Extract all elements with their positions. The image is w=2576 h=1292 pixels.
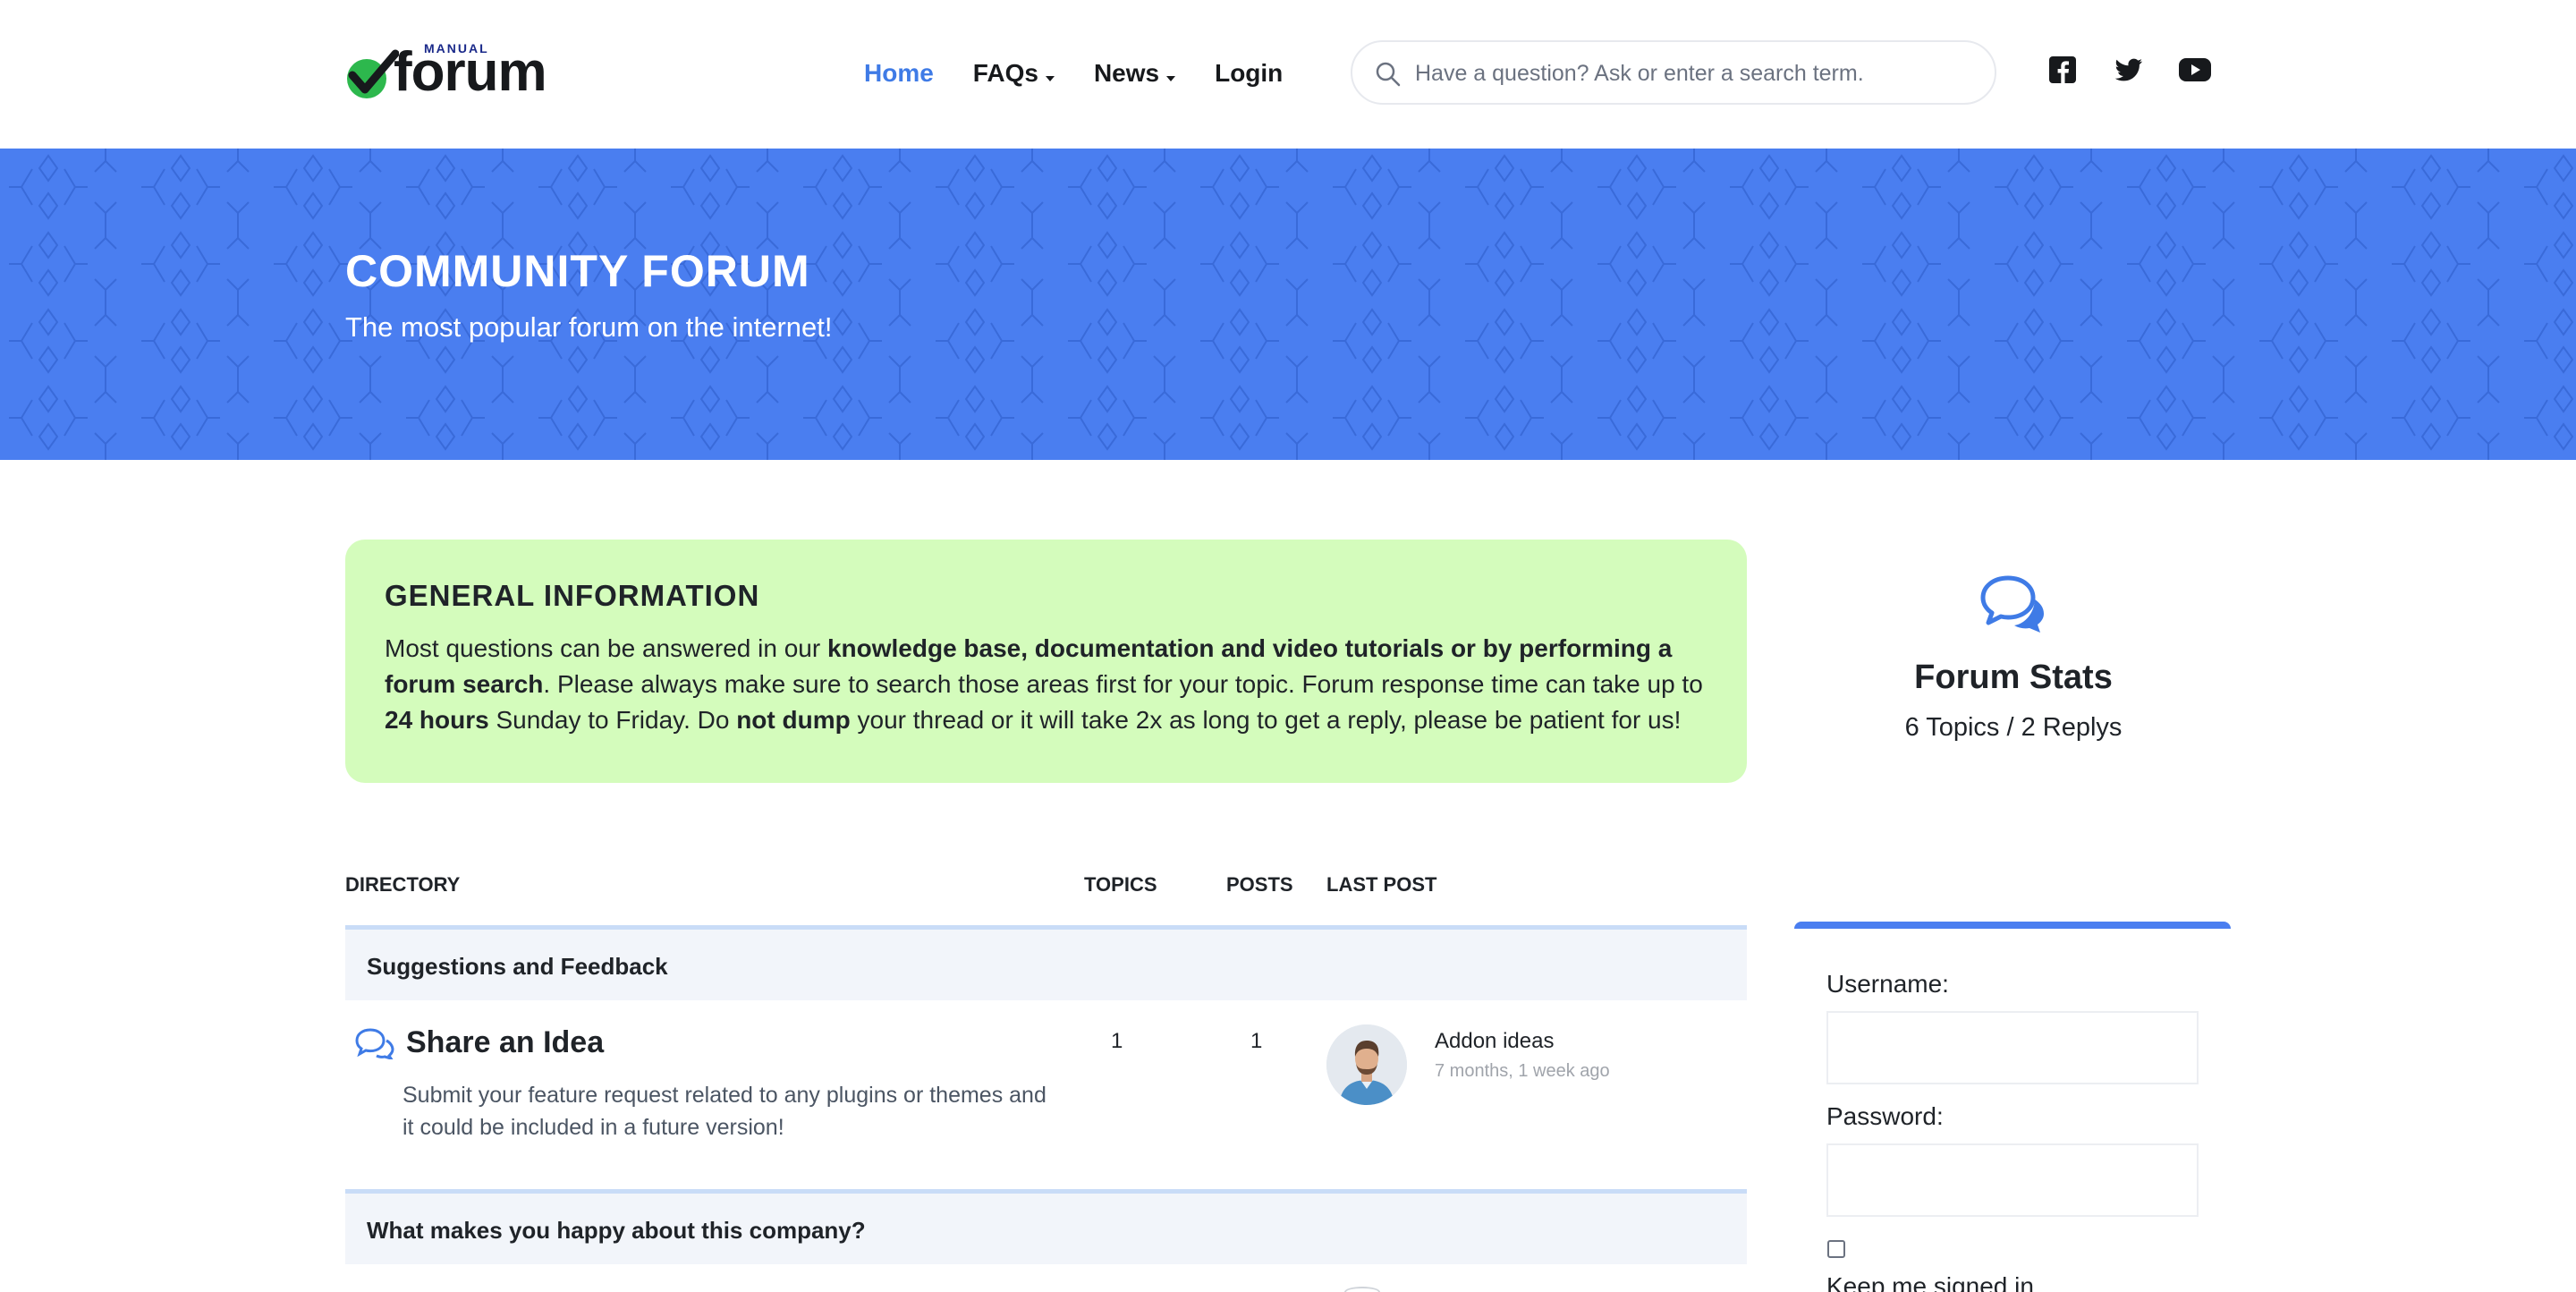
chevron-down-icon [1045,76,1055,81]
nav-login[interactable]: Login [1215,59,1283,88]
info-text-part: Most questions can be answered in our [385,634,827,662]
column-header-last-post: LAST POST [1326,873,1437,896]
nav-login-label: Login [1215,59,1284,87]
chevron-down-icon [1166,76,1176,81]
info-text-part: . Please always make sure to search thos… [543,670,1703,698]
forum-description: Submit your feature request related to a… [402,1083,1046,1140]
last-post-link[interactable]: Addon ideas [1435,1029,1554,1054]
last-post-time: 7 months, 1 week ago [1435,1061,1610,1081]
main-nav: Home FAQs News Login [864,55,1322,91]
info-text-bold: not dump [736,706,851,734]
category-row: Suggestions and Feedback [345,925,1747,1000]
youtube-icon[interactable] [2177,54,2213,86]
hero-subtitle: The most popular forum on the internet! [345,311,833,343]
nav-faqs-label: FAQs [972,59,1038,87]
info-text-bold: 24 hours [385,706,489,734]
forum-title-link[interactable]: Share an Idea [406,1025,604,1060]
general-info-panel: GENERAL INFORMATION Most questions can b… [345,540,1747,783]
login-panel: Username: Password: Keep me signed in [1794,922,2231,1292]
remember-me-checkbox[interactable] [1827,1240,1845,1258]
stats-title: Forum Stats [1914,659,2113,696]
nav-faqs[interactable]: FAQs [973,59,1055,88]
column-header-directory: DIRECTORY [345,873,461,896]
checkmark-icon [347,49,399,98]
twitter-icon[interactable] [2113,54,2145,86]
chat-bubbles-icon [355,1028,394,1059]
avatar[interactable] [1326,1024,1407,1105]
hero-title: COMMUNITY FORUM [345,246,810,296]
column-header-topics: TOPICS [1084,873,1157,896]
facebook-icon[interactable] [2046,54,2079,86]
logo-main-text: forum [394,41,547,103]
nav-home-label: Home [864,59,934,87]
nav-news-label: News [1093,59,1160,87]
general-info-title: GENERAL INFORMATION [385,579,760,612]
search-input[interactable] [1415,55,1970,92]
hero-pattern [0,149,2576,460]
avatar [1344,1287,1380,1292]
username-field[interactable] [1826,1011,2199,1084]
category-label: What makes you happy about this company? [367,1217,866,1244]
category-row: What makes you happy about this company? [345,1189,1747,1264]
forum-posts-count: 1 [1250,1029,1263,1053]
column-header-posts: POSTS [1226,873,1293,896]
hero-banner: COMMUNITY FORUM The most popular forum o… [0,149,2576,460]
person-avatar-icon [1326,1024,1407,1105]
nav-home[interactable]: Home [864,59,934,88]
search-box[interactable] [1351,40,1996,105]
password-label: Password: [1826,1102,1944,1130]
remember-me-label[interactable]: Keep me signed in [1826,1272,2034,1292]
site-logo[interactable]: MANUAL forum [345,39,578,111]
info-text-part: your thread or it will take 2x as long t… [850,706,1682,734]
info-text-part: Sunday to Friday. Do [488,706,737,734]
username-label: Username: [1826,970,1949,998]
chat-bubbles-icon [1980,575,2044,633]
category-label: Suggestions and Feedback [367,953,668,980]
site-header: MANUAL forum Home FAQs News Login [0,0,2576,149]
search-icon [1376,62,1401,87]
forum-stats: Forum Stats 6 Topics / 2 Replys [1794,573,2233,743]
password-field[interactable] [1826,1143,2199,1217]
forum-topics-count: 1 [1111,1029,1123,1053]
general-info-text: Most questions can be answered in our kn… [385,631,1707,738]
stats-summary: 6 Topics / 2 Replys [1904,713,2123,742]
nav-news[interactable]: News [1093,59,1176,88]
